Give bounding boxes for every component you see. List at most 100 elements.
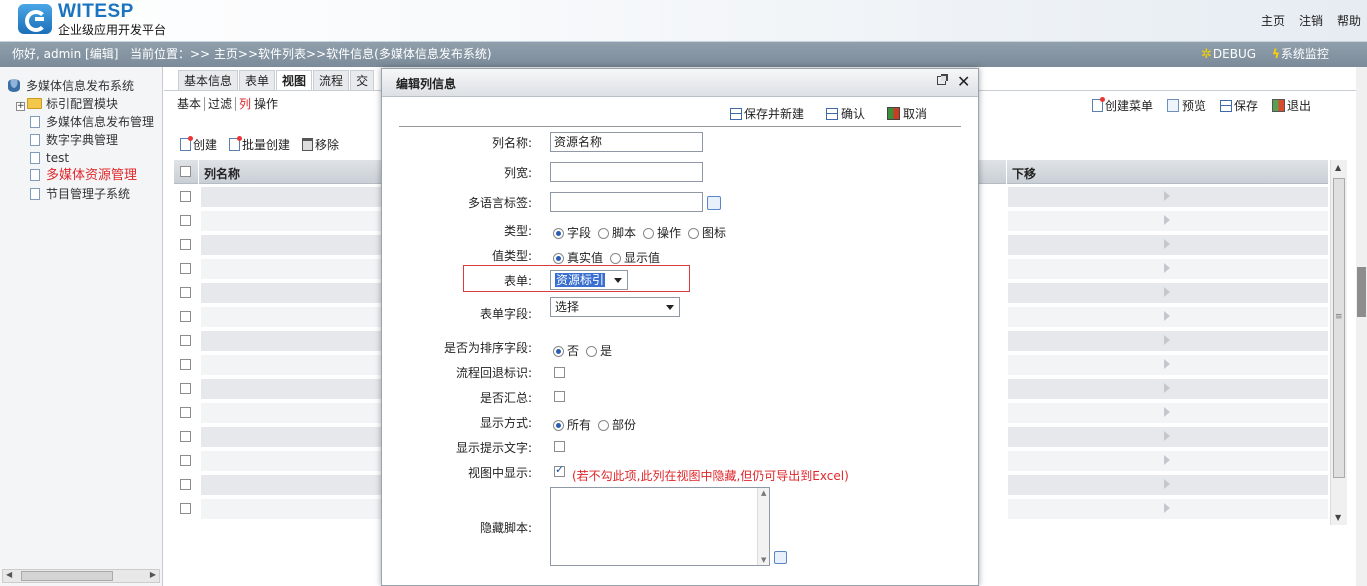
view-show-checkbox[interactable] xyxy=(554,463,565,477)
flow-back-checkbox[interactable] xyxy=(554,367,565,378)
home-link[interactable]: 主页 xyxy=(1261,12,1285,29)
system-monitor-button[interactable]: ϟ系统监控 xyxy=(1272,42,1329,67)
scroll-right-icon[interactable]: ▶ xyxy=(150,570,156,579)
move-down-arrow-icon[interactable] xyxy=(1164,263,1170,273)
form-field-select[interactable]: 选择 xyxy=(550,297,680,317)
scrollbar-thumb[interactable] xyxy=(1333,178,1345,478)
preview-button[interactable]: 预览 xyxy=(1167,97,1206,114)
confirm-button[interactable]: 确认 xyxy=(826,105,865,122)
scroll-left-icon[interactable]: ◀ xyxy=(6,570,12,579)
summary-checkbox[interactable] xyxy=(554,391,565,402)
hide-script-textarea[interactable]: ▲ ▼ xyxy=(550,487,770,566)
show-hint-checkbox[interactable] xyxy=(554,441,565,452)
column-width-input[interactable] xyxy=(550,162,703,182)
batch-create-button[interactable]: 批量创建 xyxy=(229,136,290,153)
row-checkbox[interactable] xyxy=(180,407,191,418)
row-checkbox[interactable] xyxy=(180,359,191,370)
select-all-checkbox[interactable] xyxy=(180,166,191,177)
type-option-operation[interactable]: 操作 xyxy=(643,224,681,241)
cancel-button[interactable]: 取消 xyxy=(887,105,927,122)
move-down-arrow-icon[interactable] xyxy=(1164,311,1170,321)
column-header-name[interactable]: 列名称 xyxy=(204,165,240,182)
type-option-field[interactable]: 字段 xyxy=(553,224,591,241)
tab-basic-info[interactable]: 基本信息 xyxy=(178,70,239,90)
scrollbar-thumb[interactable] xyxy=(21,571,113,581)
move-down-arrow-icon[interactable] xyxy=(1164,407,1170,417)
script-editor-icon[interactable] xyxy=(774,551,787,564)
row-checkbox[interactable] xyxy=(180,191,191,202)
textarea-scrollbar[interactable]: ▲ ▼ xyxy=(757,488,769,565)
move-down-arrow-icon[interactable] xyxy=(1164,335,1170,345)
row-checkbox[interactable] xyxy=(180,311,191,322)
tree-root[interactable]: 多媒体信息发布系统 xyxy=(8,77,134,95)
move-down-arrow-icon[interactable] xyxy=(1164,503,1170,513)
page-scrollbar-thumb[interactable] xyxy=(1357,267,1366,317)
value-type-real[interactable]: 真实值 xyxy=(553,249,603,266)
grid-vertical-scrollbar[interactable]: ▲ ≡ ▼ xyxy=(1330,160,1347,525)
subtab-operations[interactable]: 操作 xyxy=(254,97,281,111)
row-checkbox[interactable] xyxy=(180,263,191,274)
edit-i18n-icon[interactable] xyxy=(707,196,721,210)
tree-item[interactable]: 数字字典管理 xyxy=(30,131,156,149)
subtab-basic[interactable]: 基本 xyxy=(177,97,204,111)
tab-form[interactable]: 表单 xyxy=(239,70,276,90)
close-icon[interactable]: ✕ xyxy=(957,72,970,91)
tree-item-folder[interactable]: + 标引配置模块 xyxy=(16,95,142,113)
sort-option-no[interactable]: 否 xyxy=(553,342,579,359)
row-checkbox[interactable] xyxy=(180,431,191,442)
type-option-icon[interactable]: 图标 xyxy=(688,224,726,241)
move-down-arrow-icon[interactable] xyxy=(1164,191,1170,201)
create-button[interactable]: 创建 xyxy=(180,136,217,153)
scroll-up-icon[interactable]: ▲ xyxy=(1335,163,1341,172)
move-down-arrow-icon[interactable] xyxy=(1164,431,1170,441)
tree-item[interactable]: test xyxy=(30,149,156,167)
tab-more[interactable]: 交 xyxy=(350,70,375,90)
logout-link[interactable]: 注销 xyxy=(1299,12,1323,29)
tree-item-active[interactable]: 多媒体资源管理 xyxy=(30,167,156,185)
form-select[interactable]: 资源标引 xyxy=(550,270,628,290)
move-down-arrow-icon[interactable] xyxy=(1164,359,1170,369)
subtab-filter[interactable]: 过滤 xyxy=(204,97,235,111)
exit-button[interactable]: 退出 xyxy=(1272,97,1311,114)
move-down-arrow-icon[interactable] xyxy=(1164,215,1170,225)
sidebar-horizontal-scrollbar[interactable]: ◀ ▶ xyxy=(2,569,160,583)
row-checkbox[interactable] xyxy=(180,239,191,250)
row-checkbox[interactable] xyxy=(180,479,191,490)
page-scrollbar[interactable] xyxy=(1356,67,1367,586)
row-checkbox[interactable] xyxy=(180,287,191,298)
expand-icon[interactable]: + xyxy=(16,102,25,111)
row-checkbox[interactable] xyxy=(180,215,191,226)
tree-item[interactable]: 多媒体信息发布管理 xyxy=(30,113,156,131)
row-checkbox[interactable] xyxy=(180,383,191,394)
i18n-input[interactable] xyxy=(550,192,703,212)
scroll-up-icon[interactable]: ▲ xyxy=(761,489,766,497)
move-down-arrow-icon[interactable] xyxy=(1164,239,1170,249)
help-link[interactable]: 帮助 xyxy=(1337,12,1361,29)
save-and-new-button[interactable]: 保存并新建 xyxy=(730,105,804,122)
column-header-move-down[interactable]: 下移 xyxy=(1012,165,1036,182)
sort-option-yes[interactable]: 是 xyxy=(586,342,612,359)
move-down-arrow-icon[interactable] xyxy=(1164,479,1170,489)
type-option-script[interactable]: 脚本 xyxy=(598,224,636,241)
row-checkbox[interactable] xyxy=(180,455,191,466)
create-menu-button[interactable]: 创建菜单 xyxy=(1092,97,1153,114)
row-checkbox[interactable] xyxy=(180,335,191,346)
display-mode-all[interactable]: 所有 xyxy=(553,416,591,433)
user-greeting[interactable]: 你好, admin [编辑] xyxy=(12,42,118,67)
debug-button[interactable]: ✲DEBUG xyxy=(1201,42,1256,67)
save-button[interactable]: 保存 xyxy=(1220,97,1258,114)
move-down-arrow-icon[interactable] xyxy=(1164,383,1170,393)
popout-icon[interactable] xyxy=(937,74,948,85)
value-type-display[interactable]: 显示值 xyxy=(610,249,660,266)
scroll-down-icon[interactable]: ▼ xyxy=(761,556,766,564)
column-name-input[interactable]: 资源名称 xyxy=(550,132,703,152)
move-down-arrow-icon[interactable] xyxy=(1164,287,1170,297)
tree-item[interactable]: 节目管理子系统 xyxy=(30,185,156,203)
remove-button[interactable]: 移除 xyxy=(302,136,339,153)
scroll-down-icon[interactable]: ▼ xyxy=(1335,513,1341,522)
move-down-arrow-icon[interactable] xyxy=(1164,455,1170,465)
display-mode-partial[interactable]: 部份 xyxy=(598,416,636,433)
tab-view[interactable]: 视图 xyxy=(276,70,313,90)
row-checkbox[interactable] xyxy=(180,503,191,514)
subtab-columns[interactable]: 列 xyxy=(235,97,254,111)
